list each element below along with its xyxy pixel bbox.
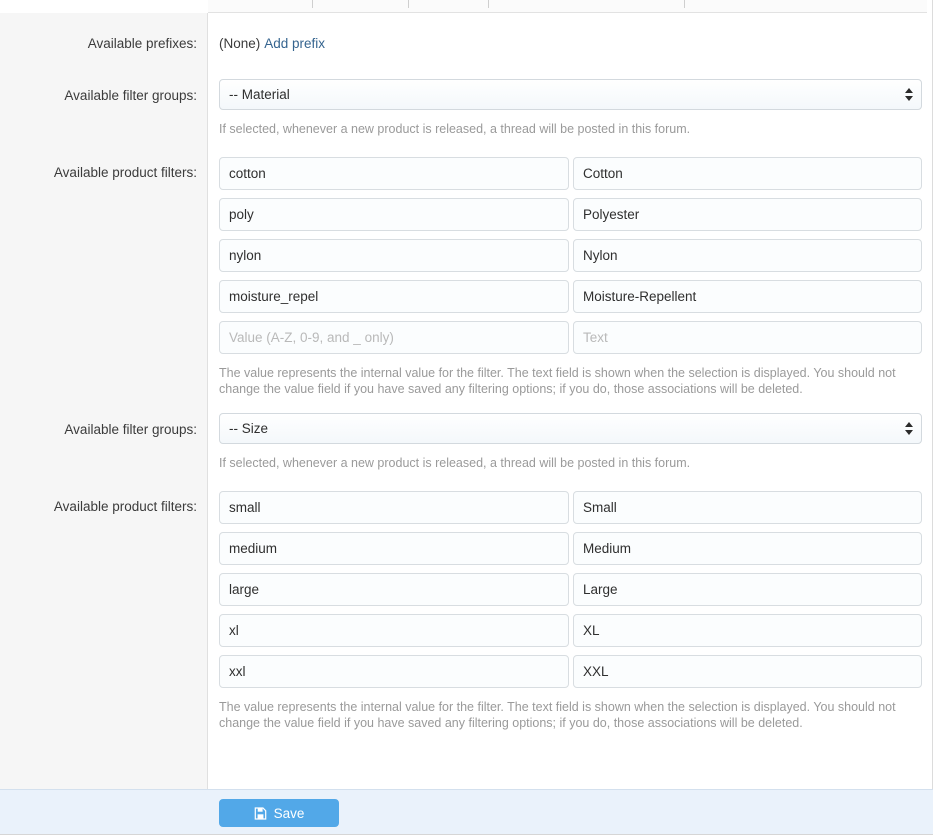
label-product-filters-size: Available product filters: (53, 499, 197, 514)
filter-value-input[interactable] (219, 280, 569, 313)
row-product-filters-size: Available product filters: small Small m… (0, 486, 932, 736)
label-available-prefixes: Available prefixes: (87, 36, 197, 51)
filter-text-input[interactable] (573, 614, 922, 647)
add-prefix-link[interactable]: Add prefix (264, 36, 325, 51)
filter-pair-row-empty (219, 321, 922, 354)
filter-value-input[interactable] (219, 614, 569, 647)
filter-value-input[interactable] (219, 532, 569, 565)
label-filter-groups-size: Available filter groups: (64, 422, 197, 437)
hint-product-filters-size: The value represents the internal value … (219, 700, 896, 730)
filter-value-input[interactable] (219, 573, 569, 606)
filter-pair-row (219, 573, 922, 606)
hint-product-filters-material: The value represents the internal value … (219, 366, 896, 396)
save-button[interactable]: Save (219, 799, 339, 827)
filter-group-size-body: -- Size If selected, whenever a new prod… (219, 413, 922, 471)
filter-pair-row (219, 614, 922, 647)
save-button-label: Save (273, 805, 305, 821)
filter-pair-row (219, 239, 922, 272)
filter-text-input[interactable] (573, 573, 922, 606)
filter-text-input[interactable] (573, 280, 922, 313)
filter-text-input[interactable] (573, 157, 922, 190)
filter-value-input[interactable] (219, 655, 569, 688)
filter-text-input[interactable] (573, 239, 922, 272)
forum-filter-settings-page: Available prefixes: (None) Add prefix Ava… (0, 0, 933, 835)
filter-group-size-select[interactable]: -- Size (219, 413, 922, 444)
floppy-disk-save-icon (254, 806, 266, 820)
row-filter-group-material: Available filter groups: -- Material If … (0, 65, 932, 152)
hint-filter-group-material: If selected, whenever a new product is r… (219, 122, 691, 136)
filter-value-input[interactable] (219, 491, 569, 524)
filter-value-input-empty[interactable] (219, 321, 569, 354)
filter-group-material-select-wrap: -- Material (219, 79, 922, 110)
prefix-value: (None) (219, 36, 261, 51)
prefix-line: (None) Add prefix (219, 35, 922, 53)
filter-pair-row (219, 280, 922, 313)
toolbar-separator (312, 0, 313, 8)
filter-text-input[interactable] (573, 532, 922, 565)
form-footer-bar: Save (0, 789, 933, 835)
filter-pair-row (219, 655, 922, 688)
label-filter-groups-material: Available filter groups: (64, 88, 197, 103)
product-filters-size-body: The value represents the internal value … (219, 491, 922, 731)
filter-text-input-empty[interactable] (573, 321, 922, 354)
filter-text-input[interactable] (573, 198, 922, 231)
prefixes-body: (None) Add prefix (219, 35, 922, 53)
toolbar-separator (488, 0, 489, 8)
filter-pair-row (219, 532, 922, 565)
settings-panel: Available prefixes: (None) Add prefix Ava… (0, 0, 933, 789)
label-product-filters-material: Available product filters: (53, 165, 197, 180)
filter-group-material-body: -- Material If selected, whenever a new … (219, 79, 922, 137)
filter-pair-row (219, 491, 922, 524)
filter-group-size-select-wrap: -- Size (219, 413, 922, 444)
settings-rows: Available prefixes: (None) Add prefix Ava… (0, 13, 932, 736)
toolbar-separator (684, 0, 685, 8)
row-product-filters-material: Available product filters: cotton Cotton… (0, 152, 932, 399)
filter-text-input[interactable] (573, 655, 922, 688)
filter-text-input[interactable] (573, 491, 922, 524)
filter-pair-row (219, 157, 922, 190)
filter-value-input[interactable] (219, 157, 569, 190)
row-available-prefixes: Available prefixes: (None) Add prefix (0, 13, 932, 65)
row-filter-group-size: Available filter groups: -- Size If sele… (0, 399, 932, 486)
hint-filter-group-size: If selected, whenever a new product is r… (219, 456, 691, 470)
truncated-toolbar-strip (208, 0, 927, 13)
filter-value-input[interactable] (219, 239, 569, 272)
filter-value-input[interactable] (219, 198, 569, 231)
toolbar-separator (408, 0, 409, 8)
filter-pair-row (219, 198, 922, 231)
filter-group-material-select[interactable]: -- Material (219, 79, 922, 110)
product-filters-material-body: The value represents the internal value … (219, 157, 922, 397)
